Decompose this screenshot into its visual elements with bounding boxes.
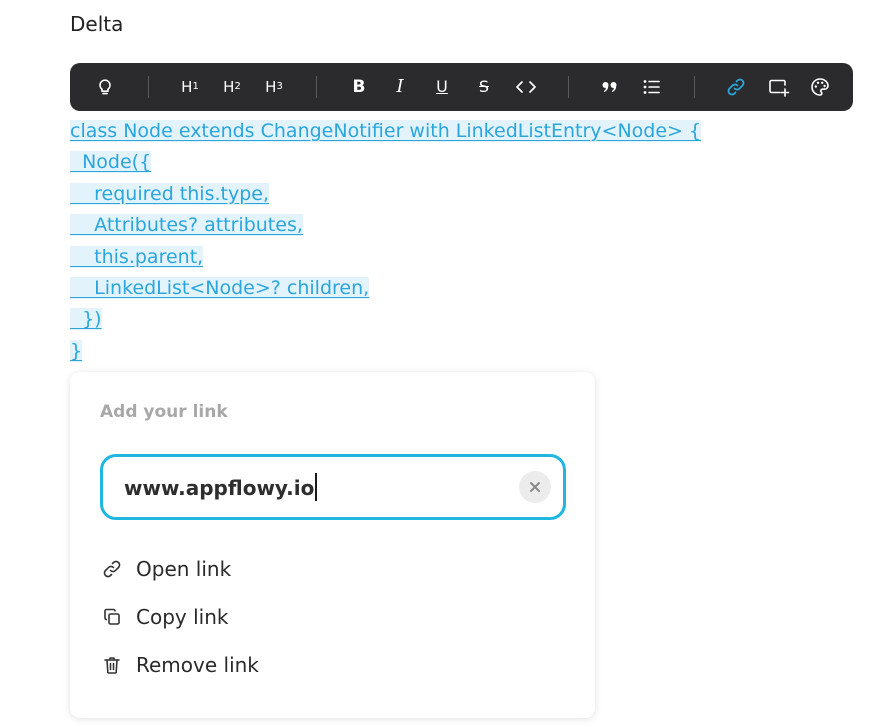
- toolbar-divider: [148, 76, 149, 98]
- heading-2-button[interactable]: H2: [218, 73, 246, 101]
- underline-label: U: [436, 77, 448, 96]
- bold-button[interactable]: B: [345, 73, 373, 101]
- copy-icon: [100, 605, 124, 629]
- quote-button[interactable]: [596, 73, 624, 101]
- link-input[interactable]: www.appflowy.io: [100, 454, 566, 520]
- code-line[interactable]: class Node extends ChangeNotifier with L…: [70, 116, 702, 147]
- formatting-toolbar: H1 H2 H3 B I U S: [70, 63, 853, 111]
- heading-3-label: H: [265, 78, 277, 96]
- code-line[interactable]: }): [70, 304, 701, 335]
- strikethrough-button[interactable]: S: [470, 73, 498, 101]
- add-block-button[interactable]: [765, 73, 793, 101]
- clear-input-button[interactable]: [519, 471, 551, 503]
- copy-link-label: Copy link: [136, 605, 229, 629]
- toolbar-divider: [694, 76, 695, 98]
- code-button[interactable]: [512, 73, 540, 101]
- trash-icon: [100, 653, 124, 677]
- underline-button[interactable]: U: [428, 73, 456, 101]
- palette-icon: [811, 78, 829, 96]
- italic-label: I: [396, 76, 404, 97]
- code-line[interactable]: LinkedList<Node>? children,: [70, 273, 701, 304]
- link-input-value: www.appflowy.io: [124, 476, 315, 500]
- code-icon: [516, 81, 536, 93]
- code-line[interactable]: required this.type,: [70, 179, 701, 210]
- heading-2-label: H: [223, 78, 235, 96]
- bold-label: B: [352, 77, 366, 97]
- toolbar-divider: [316, 76, 317, 98]
- add-block-icon: [769, 79, 790, 97]
- link-button[interactable]: [722, 73, 750, 101]
- code-line[interactable]: }: [70, 336, 701, 367]
- link-popup: Add your link www.appflowy.io Open link …: [70, 372, 595, 718]
- heading-3-button[interactable]: H3: [260, 73, 288, 101]
- heading-1-label: H: [181, 78, 193, 96]
- italic-button[interactable]: I: [386, 73, 414, 101]
- page-title: Delta: [70, 12, 124, 36]
- link-icon: [100, 557, 124, 581]
- toolbar-divider: [568, 76, 569, 98]
- code-block[interactable]: class Node extends ChangeNotifier with L…: [70, 116, 702, 367]
- bulleted-list-button[interactable]: [638, 73, 666, 101]
- remove-link-label: Remove link: [136, 653, 259, 677]
- text-caret: [315, 473, 318, 501]
- open-link-button[interactable]: Open link: [100, 549, 560, 589]
- remove-link-button[interactable]: Remove link: [100, 645, 560, 685]
- code-line[interactable]: Node({: [70, 147, 701, 178]
- link-icon: [727, 78, 745, 96]
- close-icon: [530, 482, 540, 492]
- palette-button[interactable]: [806, 73, 834, 101]
- heading-1-button[interactable]: H1: [176, 73, 204, 101]
- lightbulb-icon: [99, 79, 111, 95]
- open-link-label: Open link: [136, 557, 232, 581]
- strikethrough-label: S: [478, 77, 490, 96]
- code-line[interactable]: Attributes? attributes,: [70, 210, 701, 241]
- lightbulb-button[interactable]: [91, 73, 119, 101]
- bulleted-list-icon: [643, 80, 660, 94]
- popup-title: Add your link: [100, 402, 228, 422]
- copy-link-button[interactable]: Copy link: [100, 597, 560, 637]
- code-line[interactable]: this.parent,: [70, 242, 701, 273]
- quote-icon: [602, 82, 617, 92]
